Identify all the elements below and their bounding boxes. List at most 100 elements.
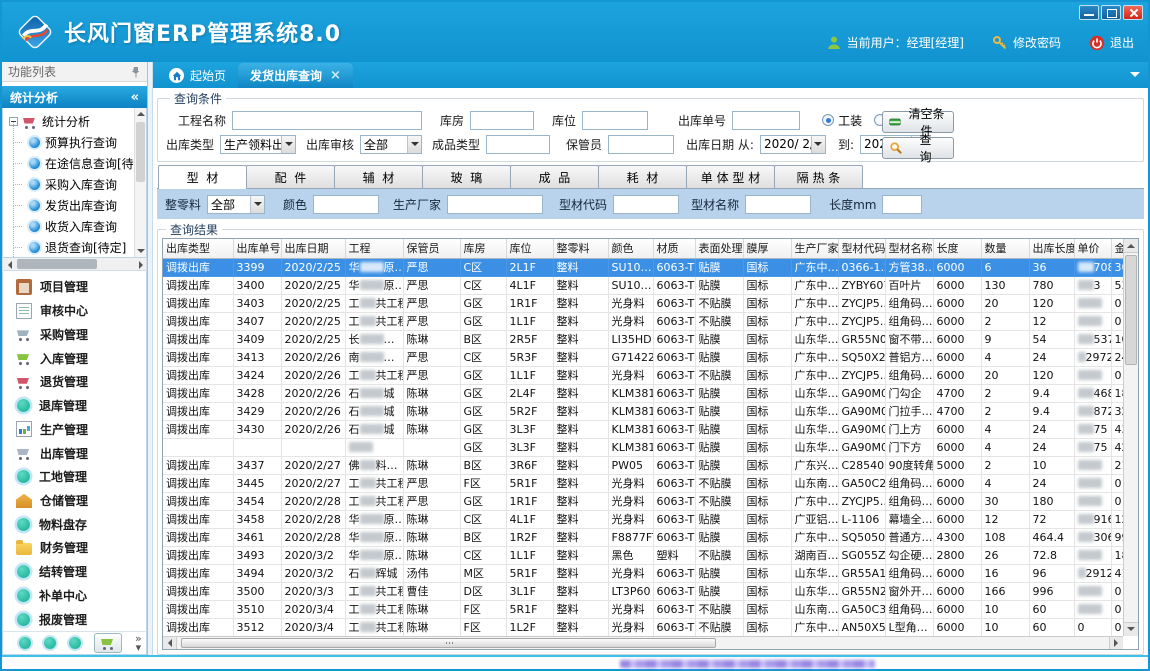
- table-row[interactable]: 调拨出库34582020/2/28华原…陈琳C区4L1F整料光身料6063-T5…: [163, 510, 1123, 528]
- column-header[interactable]: 保管员: [403, 239, 460, 258]
- radio-workwear-icon[interactable]: [822, 114, 834, 126]
- sidebar-module-item[interactable]: 报废管理: [3, 607, 146, 631]
- column-header[interactable]: 膜厚: [743, 239, 791, 258]
- tab-list-dropdown-icon[interactable]: [1130, 72, 1140, 82]
- table-row[interactable]: G区3L3F整料KLM38176063-T5贴膜国标山东华…GA90M09.门下…: [163, 438, 1123, 456]
- change-password-button[interactable]: 修改密码: [992, 34, 1061, 51]
- search-button[interactable]: 查 询: [882, 137, 954, 159]
- out-type-select[interactable]: 生产领料出库: [220, 135, 296, 154]
- sidebar-module-item[interactable]: 补单中心: [3, 584, 146, 608]
- column-header[interactable]: 型材名称: [885, 239, 933, 258]
- column-header[interactable]: 型材代码: [838, 239, 885, 258]
- table-row[interactable]: 调拨出库34282020/2/26石城陈琳G区2L4F整料KLM38176063…: [163, 384, 1123, 402]
- more-buttons-chevron[interactable]: »▾: [135, 634, 142, 652]
- material-tab[interactable]: 成 品: [510, 165, 599, 188]
- audit-select[interactable]: 全部: [360, 135, 422, 154]
- table-row[interactable]: 调拨出库35002020/3/3工共工程曹佳D区3L1F整料LT3P606063…: [163, 582, 1123, 600]
- table-row[interactable]: 调拨出库33992020/2/25华原…严思C区2L1F整料SU10…6063-…: [163, 258, 1123, 276]
- sidebar-module-item[interactable]: 入库管理: [3, 346, 146, 370]
- grid-vertical-scrollbar[interactable]: [1123, 239, 1138, 636]
- table-row[interactable]: 调拨出库34612020/2/28华原…陈琳B区1R2F整料F8877FT606…: [163, 528, 1123, 546]
- wholepart-select[interactable]: 全部: [207, 195, 265, 214]
- table-row[interactable]: 调拨出库34942020/3/2石辉城汤伟M区5R1F整料光身料6063-T5贴…: [163, 564, 1123, 582]
- table-row[interactable]: 调拨出库34132020/2/26南…严思C区5R3F整料G714226063-…: [163, 348, 1123, 366]
- sidebar-section-header[interactable]: 统计分析 «: [2, 86, 147, 108]
- tab-home[interactable]: 起始页: [157, 63, 238, 88]
- table-row[interactable]: 调拨出库34072020/2/25工共工程严思G区1L1F整料光身料6063-T…: [163, 312, 1123, 330]
- minimize-button[interactable]: [1079, 5, 1099, 20]
- profile-name-input[interactable]: [745, 195, 811, 214]
- tree-item[interactable]: 采购入库查询: [3, 174, 146, 195]
- column-header[interactable]: 库房: [460, 239, 506, 258]
- module-shortcut-icon[interactable]: [19, 637, 31, 649]
- table-row[interactable]: 调拨出库35122020/3/4工共工程陈琳F区1L2F整料光身料6063-T5…: [163, 618, 1123, 636]
- sidebar-module-item[interactable]: 退货管理: [3, 370, 146, 394]
- table-row[interactable]: 调拨出库34302020/2/26石城陈琳G区3L3F整料KLM38176063…: [163, 420, 1123, 438]
- maximize-button[interactable]: [1101, 5, 1121, 20]
- tree-root-node[interactable]: 统计分析: [3, 111, 146, 132]
- sidebar-module-item[interactable]: 生产管理: [3, 417, 146, 441]
- tree-item[interactable]: 预算执行查询: [3, 132, 146, 153]
- table-row[interactable]: 调拨出库34092020/2/25长…陈琳B区2R5F整料LI35HD6063-…: [163, 330, 1123, 348]
- grid-vscroll-thumb[interactable]: [1125, 255, 1137, 365]
- radio-workwear-option[interactable]: 工装: [822, 112, 862, 129]
- table-row[interactable]: 调拨出库34452020/2/27工共工程严思F区5R1F整料光身料6063-T…: [163, 474, 1123, 492]
- column-header[interactable]: 数量: [981, 239, 1029, 258]
- color-input[interactable]: [313, 195, 379, 214]
- table-row[interactable]: 调拨出库34242020/2/26工共工程严思G区1L1F整料光身料6063-T…: [163, 366, 1123, 384]
- material-tab[interactable]: 单 体 型 材: [686, 165, 775, 188]
- scroll-down-icon[interactable]: [137, 249, 145, 257]
- scroll-left-icon[interactable]: [4, 261, 12, 269]
- material-tab[interactable]: 玻 璃: [422, 165, 511, 188]
- logout-button[interactable]: 退出: [1089, 34, 1134, 51]
- table-row[interactable]: 调拨出库34002020/2/25华原…严思C区4L1F整料SU10…6063-…: [163, 276, 1123, 294]
- tree-horizontal-scrollbar[interactable]: [2, 258, 147, 271]
- pin-icon[interactable]: [131, 66, 141, 78]
- table-row[interactable]: 调拨出库34292020/2/26石城陈琳G区5R2F整料KLM38176063…: [163, 402, 1123, 420]
- sidebar-module-item[interactable]: 出库管理: [3, 441, 146, 465]
- table-row[interactable]: 调拨出库34542020/2/28工共工程严思G区1R1F整料光身料6063-T…: [163, 492, 1123, 510]
- cart-tool-button[interactable]: [94, 633, 122, 653]
- scroll-down-button[interactable]: [1124, 622, 1138, 636]
- tab-shipment-outbound-query[interactable]: 发货出库查询 ×: [238, 63, 353, 88]
- table-row[interactable]: 调拨出库35102020/3/4工共工程陈琳F区5R1F整料光身料6063-T5…: [163, 600, 1123, 618]
- keeper-input[interactable]: [608, 135, 674, 154]
- location-input[interactable]: [582, 111, 648, 130]
- column-header[interactable]: 出库单号: [233, 239, 281, 258]
- tree-hscroll-thumb[interactable]: [17, 259, 97, 269]
- material-tab[interactable]: 辅 材: [334, 165, 423, 188]
- profile-code-input[interactable]: [613, 195, 679, 214]
- material-tab[interactable]: 配 件: [246, 165, 335, 188]
- material-tab[interactable]: 型 材: [158, 165, 247, 189]
- collapse-icon[interactable]: «: [131, 90, 139, 105]
- table-row[interactable]: 调拨出库34932020/3/2华原…陈琳C区1L1F整料黑色塑料不贴膜国标湖南…: [163, 546, 1123, 564]
- material-tab[interactable]: 耗 材: [598, 165, 687, 188]
- product-type-input[interactable]: [486, 135, 550, 154]
- tab-close-icon[interactable]: ×: [330, 68, 341, 83]
- close-button[interactable]: [1123, 5, 1143, 20]
- column-header[interactable]: 整零料: [553, 239, 608, 258]
- length-input[interactable]: [882, 195, 922, 214]
- column-header[interactable]: 长度: [933, 239, 981, 258]
- scroll-up-button[interactable]: [1124, 239, 1138, 253]
- scroll-right-icon[interactable]: [139, 261, 147, 269]
- column-header[interactable]: 工程: [345, 239, 403, 258]
- column-header[interactable]: 库位: [506, 239, 553, 258]
- scroll-right-button[interactable]: [1109, 637, 1123, 649]
- table-row[interactable]: 调拨出库34372020/2/27佛料…陈琳B区3R6F整料PW056063-T…: [163, 456, 1123, 474]
- column-header[interactable]: 表面处理: [695, 239, 743, 258]
- module-shortcut-icon[interactable]: [44, 637, 56, 649]
- scroll-left-button[interactable]: [163, 637, 177, 649]
- project-name-input[interactable]: [232, 111, 422, 130]
- sidebar-module-item[interactable]: 结转管理: [3, 560, 146, 584]
- table-row[interactable]: 调拨出库34032020/2/25工共工程严思G区1R1F整料光身料6063-T…: [163, 294, 1123, 312]
- tree-vertical-scrollbar[interactable]: [134, 108, 146, 257]
- order-no-input[interactable]: [732, 111, 800, 130]
- column-header[interactable]: 材质: [653, 239, 695, 258]
- column-header[interactable]: 颜色: [608, 239, 653, 258]
- warehouse-input[interactable]: [470, 111, 534, 130]
- sidebar-module-item[interactable]: 项目管理: [3, 275, 146, 299]
- column-header[interactable]: 出库日期: [281, 239, 345, 258]
- grid-hscroll-thumb[interactable]: [181, 638, 716, 648]
- clear-conditions-button[interactable]: 清空条件: [882, 111, 954, 133]
